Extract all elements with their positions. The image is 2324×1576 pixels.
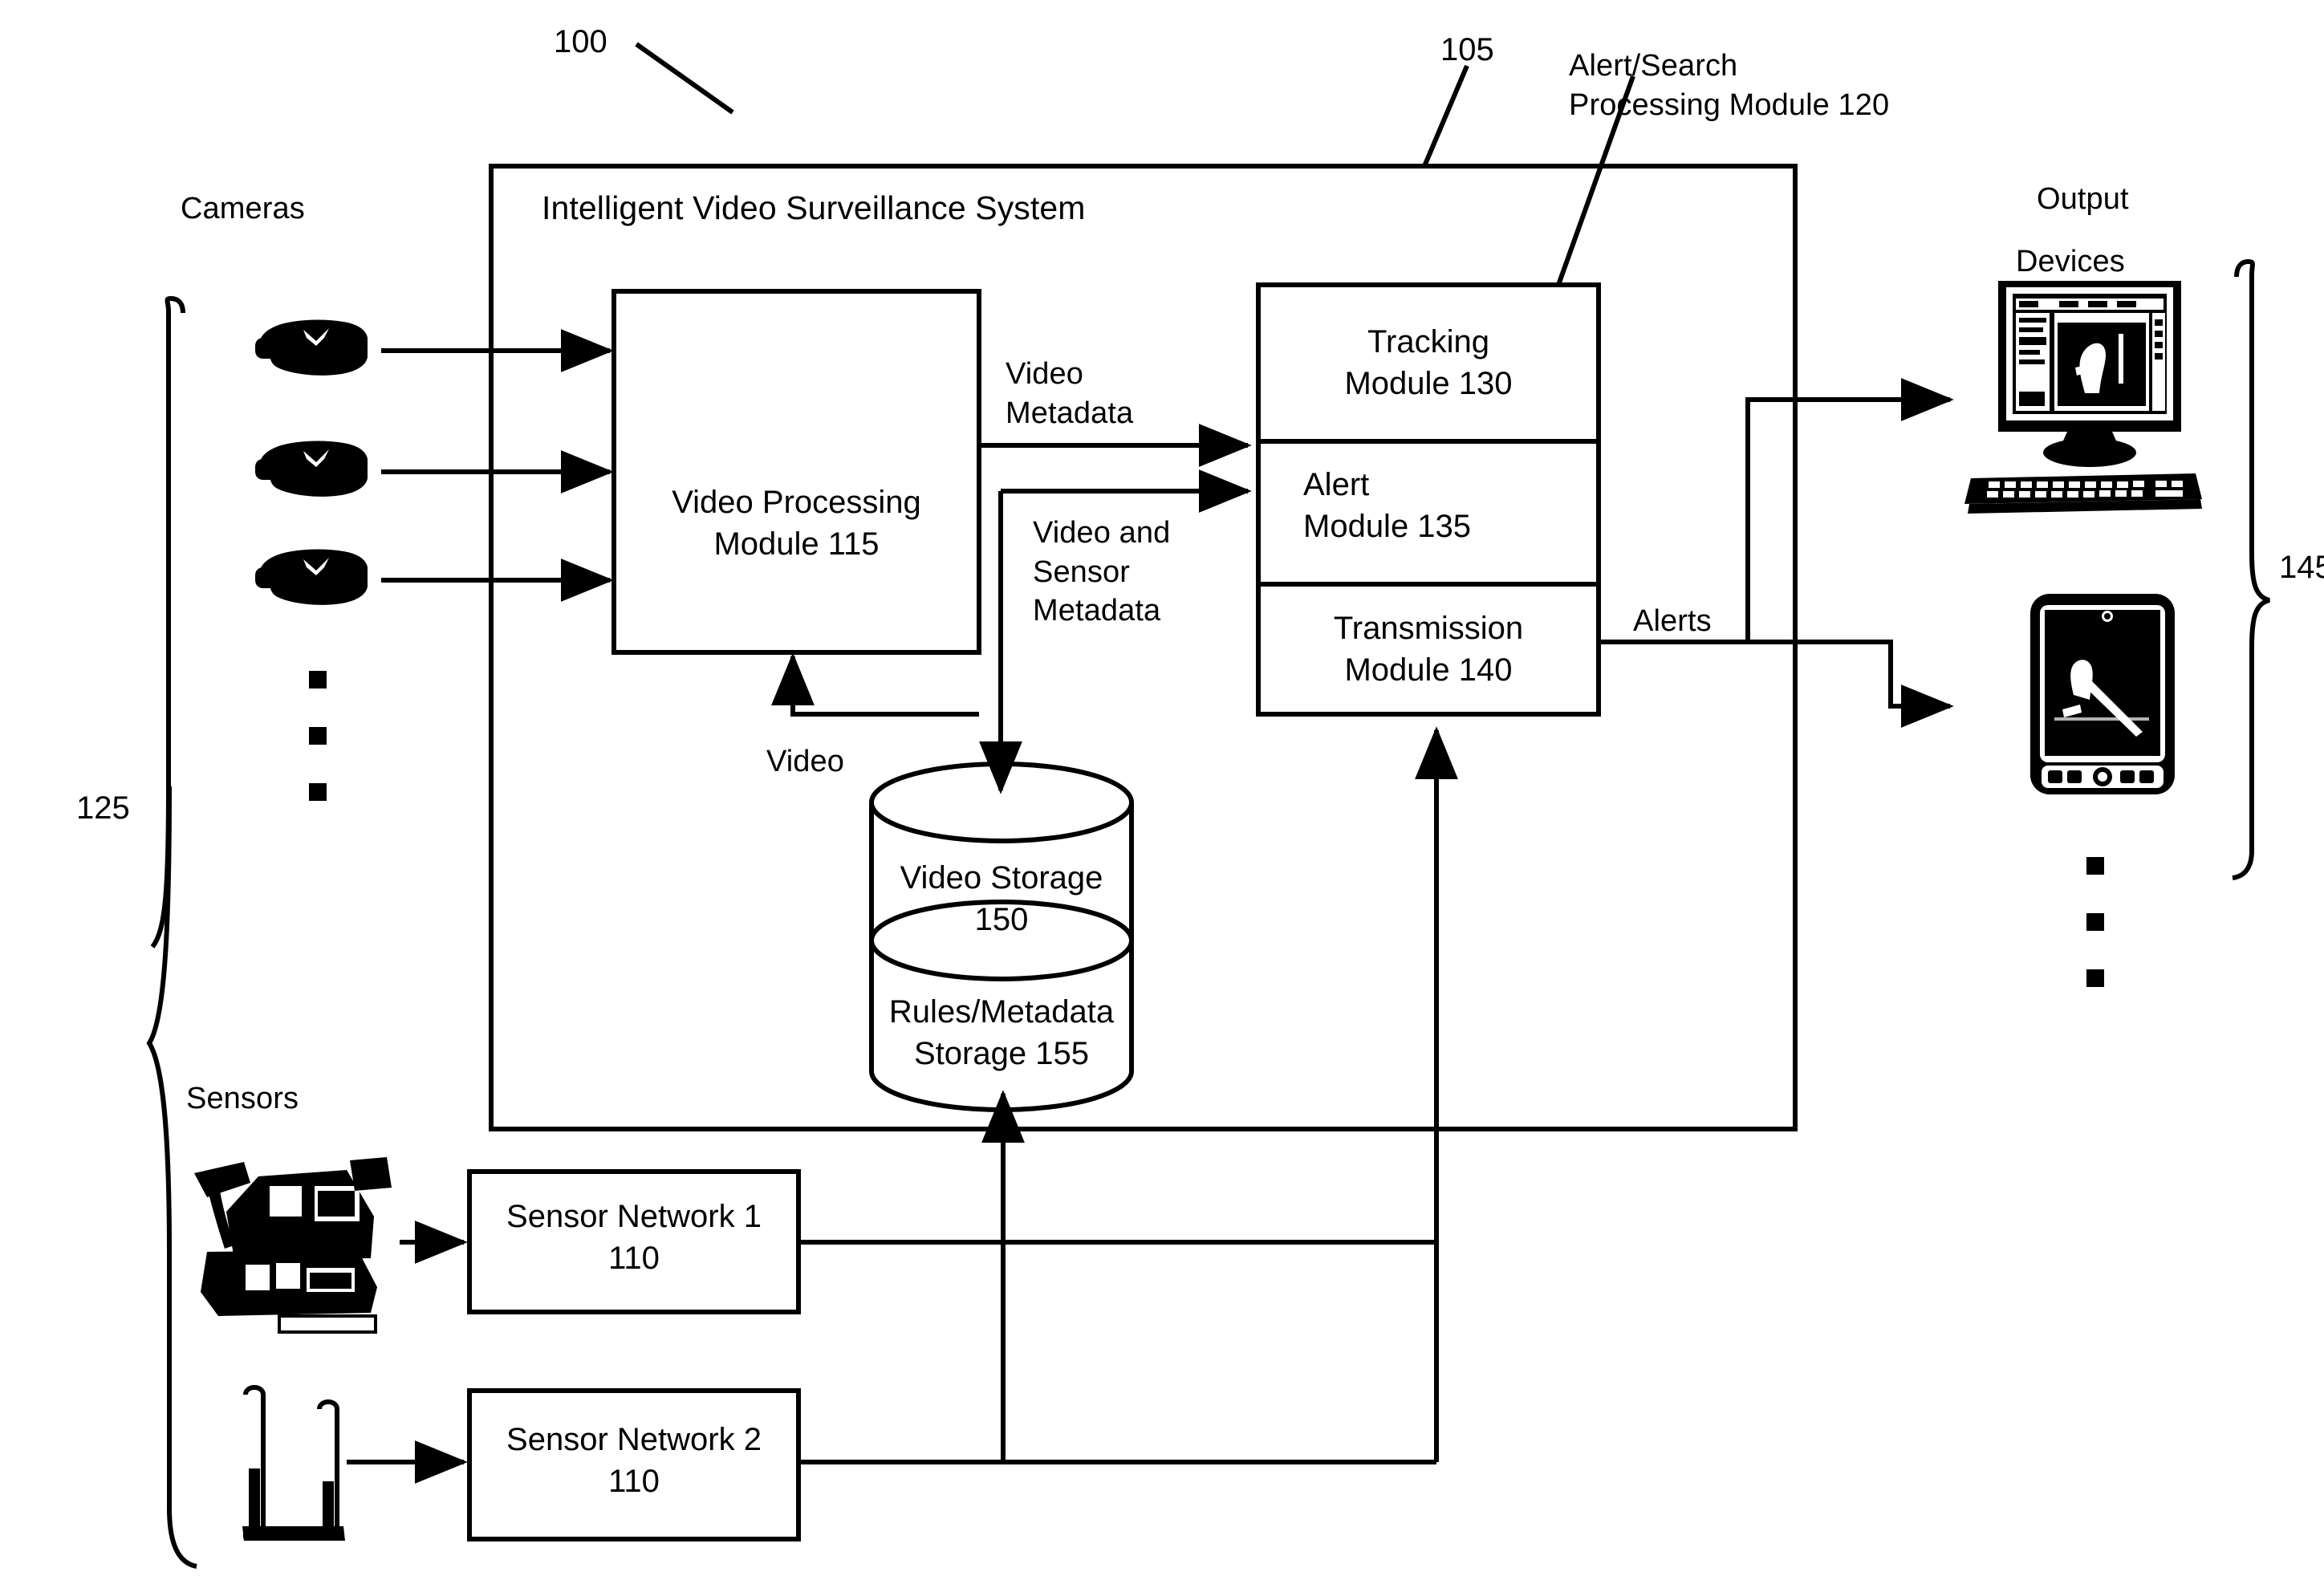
sensor-to-network-arrows [347, 1221, 468, 1484]
alerts-routing [1599, 378, 1954, 728]
alert-module-label: Alert Module 135 [1303, 467, 1472, 544]
output-devices-bracket [2232, 258, 2270, 880]
output-devices-label-line1: Output [2037, 182, 2129, 216]
output-devices-label-line2: Devices [2016, 245, 2125, 278]
alerts-flow-label: Alerts [1633, 604, 1712, 638]
video-metadata-flow-label: Video Metadata [1006, 357, 1134, 430]
camera-icon-group [255, 319, 368, 605]
system-title: Intelligent Video Surveillance System [542, 189, 1086, 226]
metal-detector-gate-icon [243, 1385, 339, 1538]
desktop-monitor-icon [1964, 281, 2202, 514]
handheld-pda-icon [2030, 594, 2175, 794]
rules-metadata-storage-label: Rules/Metadata Storage 155 [888, 994, 1115, 1071]
video-processing-module-label: Video Processing Module 115 [672, 485, 921, 562]
point-of-sale-terminal-icon [194, 1157, 392, 1334]
diagram-connectors-layer [146, 42, 2270, 1569]
sensor-network-2-label: Sensor Network 2 110 [506, 1422, 762, 1499]
ref-105: 105 [1440, 32, 1494, 67]
cameras-bracket-lower [146, 786, 197, 1569]
video-flow-label: Video [766, 745, 845, 778]
cameras-ellipsis [309, 671, 327, 839]
video-storage-label: Video Storage 150 [900, 860, 1103, 937]
metal-detector-gate-fill [242, 1468, 345, 1541]
camera-feed-arrows [381, 329, 614, 602]
reference-lead-lines [635, 42, 1635, 286]
sensor-network-1-label: Sensor Network 1 110 [506, 1199, 762, 1276]
cameras-group-label: Cameras [181, 192, 305, 225]
cameras-bracket-upper [150, 295, 185, 948]
system-boundary-rect [489, 164, 1798, 1131]
video-processing-module-box [611, 289, 981, 655]
ref-100: 100 [554, 24, 607, 59]
video-feedback-arrow [771, 652, 979, 717]
output-devices-ellipsis [2086, 857, 2104, 1026]
ref-145: 145 [2279, 550, 2324, 585]
sensors-group-label: Sensors [186, 1082, 299, 1115]
ref-125: 125 [76, 790, 130, 826]
tracking-module-label: Tracking Module 130 [1344, 324, 1513, 401]
transmission-module-label: Transmission Module 140 [1333, 611, 1524, 688]
patent-figure-canvas: 100 105 125 145 Alert/Search Processing … [0, 0, 2324, 1576]
alert-search-processing-module-callout: Alert/Search Processing Module 120 [1569, 49, 1890, 122]
sensor-network-output-routing [798, 726, 1458, 1464]
video-sensor-metadata-flow-label: Video and Sensor Metadata [1033, 516, 1171, 628]
